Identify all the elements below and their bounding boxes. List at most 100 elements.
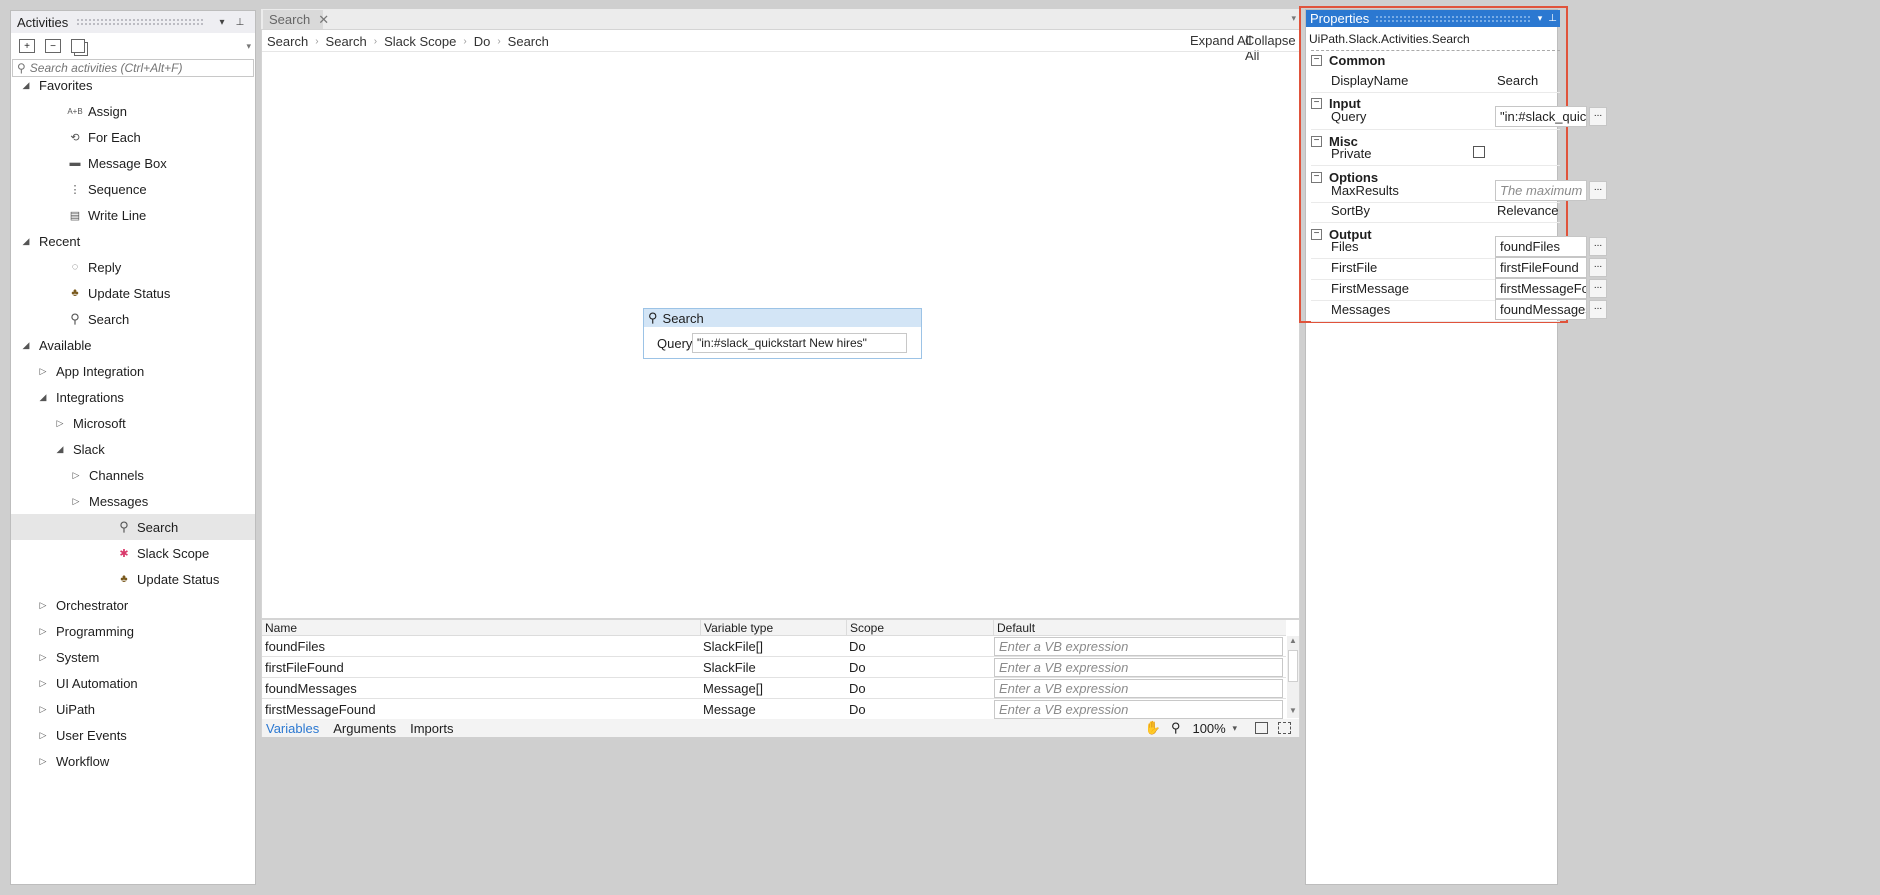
tabs-dropdown-icon[interactable]: ▾ [1291, 13, 1296, 24]
collapsed-arrow-icon[interactable]: ▷ [36, 600, 50, 611]
files-ellipsis-button[interactable]: ... [1589, 237, 1607, 256]
expanded-arrow-icon[interactable]: ◢ [19, 340, 33, 351]
column-header[interactable]: Name [262, 620, 297, 636]
tab-variables[interactable]: Variables [266, 721, 319, 736]
table-row[interactable]: firstMessageFound Message Do Enter a VB exp… [262, 699, 1286, 720]
tree-item[interactable]: ▷ UiPath [11, 696, 255, 722]
collapsed-arrow-icon[interactable]: ▷ [36, 366, 50, 377]
table-row[interactable]: foundFiles SlackFile[] Do Enter a VB expres… [262, 636, 1286, 657]
scroll-down-icon[interactable]: ▼ [1289, 706, 1297, 715]
tree-item[interactable]: ▷ User Events [11, 722, 255, 748]
tree-item[interactable]: ◌ Reply [11, 254, 255, 280]
tree-item[interactable]: ▤ Write Line [11, 202, 255, 228]
tree-item[interactable]: ▷ Programming [11, 618, 255, 644]
default-value-input[interactable]: Enter a VB expression [994, 637, 1283, 656]
tab-search[interactable]: Search ✕ [263, 10, 329, 29]
tree-item[interactable]: ▷ Channels [11, 462, 255, 488]
variable-scope[interactable]: Do [846, 699, 866, 720]
fit-screen-icon[interactable] [1255, 722, 1268, 734]
firstmessage-field[interactable]: firstMessageFo [1495, 278, 1587, 299]
variable-name[interactable]: foundFiles [262, 636, 325, 657]
breadcrumb-item[interactable]: Slack Scope [384, 34, 456, 49]
collapsed-arrow-icon[interactable]: ▷ [36, 704, 50, 715]
dropdown-icon[interactable]: ▾ [213, 13, 231, 31]
properties-dropdown-icon[interactable]: ▾ [1538, 13, 1543, 24]
tree-item[interactable]: ▷ Messages [11, 488, 255, 514]
column-header[interactable]: Scope [846, 620, 884, 636]
overview-icon[interactable] [1278, 722, 1291, 734]
column-header[interactable]: Default [993, 620, 1035, 636]
breadcrumb-item[interactable]: Do [474, 34, 491, 49]
query-ellipsis-button[interactable]: ... [1589, 107, 1607, 126]
expanded-arrow-icon[interactable]: ◢ [36, 392, 50, 403]
collapsed-arrow-icon[interactable]: ▷ [53, 418, 67, 429]
tree-item[interactable]: ▬ Message Box [11, 150, 255, 176]
variable-scope[interactable]: Do [846, 678, 866, 699]
tab-arguments[interactable]: Arguments [333, 721, 396, 736]
variables-scrollbar[interactable]: ▲ ▼ [1287, 636, 1299, 718]
files-field[interactable]: foundFiles [1495, 236, 1587, 257]
breadcrumb-item[interactable]: Search [508, 34, 549, 49]
category-common[interactable]: − Common [1311, 50, 1560, 70]
default-value-input[interactable]: Enter a VB expression [994, 700, 1283, 719]
zoom-search-icon[interactable]: ⚲ [1171, 720, 1181, 736]
properties-pin-icon[interactable]: ⊥ [1548, 13, 1557, 24]
collapse-all-icon[interactable]: − [45, 39, 61, 53]
messages-field[interactable]: foundMessages [1495, 299, 1587, 320]
tab-imports[interactable]: Imports [410, 721, 453, 736]
tree-item[interactable]: ▷ Orchestrator [11, 592, 255, 618]
tree-item[interactable]: ◢ Available [11, 332, 255, 358]
zoom-dropdown-icon[interactable]: ▾ [1232, 723, 1237, 734]
expanded-arrow-icon[interactable]: ◢ [19, 80, 33, 91]
collapsed-arrow-icon[interactable]: ▷ [36, 678, 50, 689]
tree-item[interactable]: A+B Assign [11, 98, 255, 124]
variable-type[interactable]: SlackFile [700, 657, 756, 678]
scroll-up-icon[interactable]: ▲ [1289, 636, 1297, 645]
expand-all-icon[interactable]: + [19, 39, 35, 53]
column-header[interactable]: Variable type [700, 620, 773, 636]
tree-item[interactable]: ⚲ Search [11, 514, 255, 540]
private-checkbox[interactable] [1473, 146, 1485, 158]
hand-icon[interactable]: ✋ [1145, 720, 1161, 736]
tree-item[interactable]: ◢ Recent [11, 228, 255, 254]
default-value-input[interactable]: Enter a VB expression [994, 679, 1283, 698]
breadcrumb-item[interactable]: Search [267, 34, 308, 49]
tree-item[interactable]: ◢ Integrations [11, 384, 255, 410]
sortby-value[interactable]: Relevance [1497, 198, 1558, 223]
tree-item[interactable]: ⚲ Search [11, 306, 255, 332]
tree-item[interactable]: ⟲ For Each [11, 124, 255, 150]
collapsed-arrow-icon[interactable]: ▷ [69, 496, 83, 507]
collapsed-arrow-icon[interactable]: ▷ [36, 756, 50, 767]
variable-name[interactable]: firstFileFound [262, 657, 344, 678]
collapsed-arrow-icon[interactable]: ▷ [69, 470, 83, 481]
variable-scope[interactable]: Do [846, 636, 866, 657]
firstmessage-ellipsis-button[interactable]: ... [1589, 279, 1607, 298]
collapse-icon[interactable]: − [1311, 55, 1322, 66]
tree-item[interactable]: ▷ UI Automation [11, 670, 255, 696]
expanded-arrow-icon[interactable]: ◢ [19, 236, 33, 247]
collapsed-arrow-icon[interactable]: ▷ [36, 626, 50, 637]
table-row[interactable]: firstFileFound SlackFile Do Enter a VB expr… [262, 657, 1286, 678]
tree-item[interactable]: ◢ Favorites [11, 72, 255, 98]
close-icon[interactable]: ✕ [318, 12, 329, 28]
tree-item[interactable]: ▷ System [11, 644, 255, 670]
variable-name[interactable]: firstMessageFound [262, 699, 376, 720]
tree-item[interactable]: ✱ Slack Scope [11, 540, 255, 566]
variable-type[interactable]: SlackFile[] [700, 636, 763, 657]
variable-type[interactable]: Message[] [700, 678, 763, 699]
copy-icon[interactable] [71, 39, 85, 53]
collapse-all-link[interactable]: Collapse All [1245, 33, 1299, 63]
tree-item[interactable]: ▷ Workflow [11, 748, 255, 774]
default-value-input[interactable]: Enter a VB expression [994, 658, 1283, 677]
tree-item[interactable]: ♣ Update Status [11, 566, 255, 592]
expanded-arrow-icon[interactable]: ◢ [53, 444, 67, 455]
scroll-thumb[interactable] [1288, 650, 1298, 682]
query-input[interactable]: "in:#slack_quickstart New hires" [692, 333, 907, 353]
variable-name[interactable]: foundMessages [262, 678, 357, 699]
tree-item[interactable]: ♣ Update Status [11, 280, 255, 306]
activity-header[interactable]: ⚲ Search [644, 309, 921, 327]
displayname-value[interactable]: Search [1497, 68, 1538, 93]
firstfile-field[interactable]: firstFileFound [1495, 257, 1587, 278]
toolbar-overflow-icon[interactable]: ▾ [246, 41, 251, 52]
query-field[interactable]: "in:#slack_quick [1495, 106, 1587, 127]
